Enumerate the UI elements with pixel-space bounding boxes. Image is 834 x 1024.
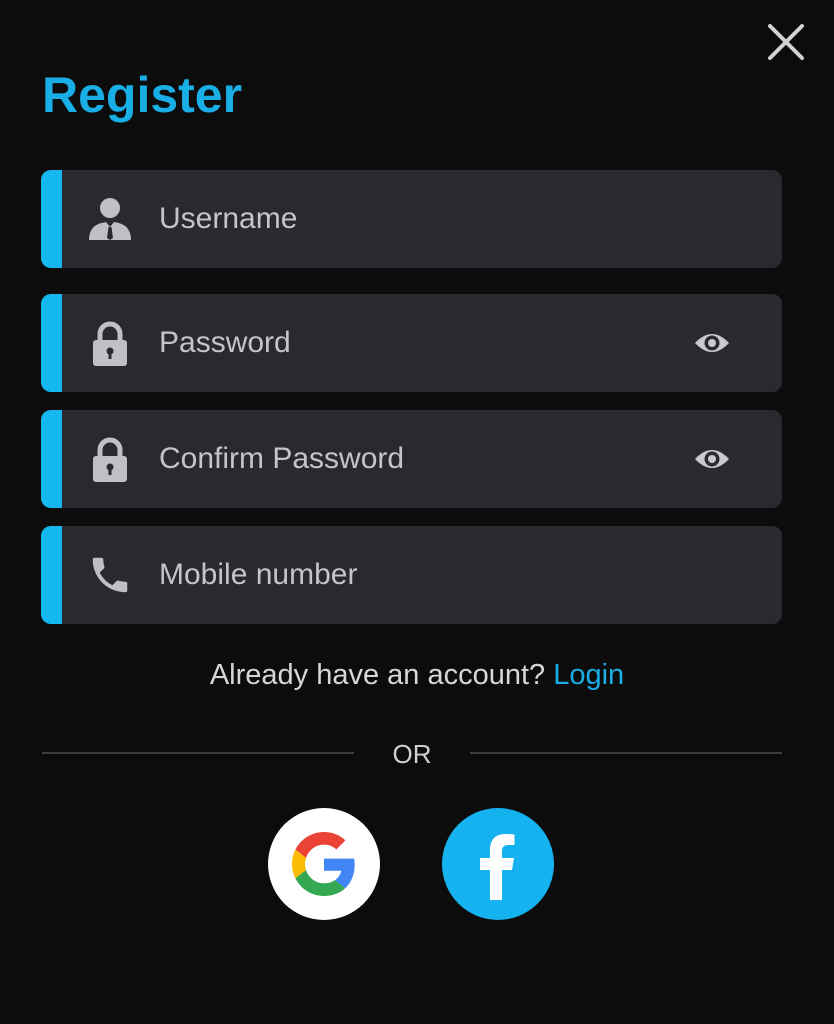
field-accent	[41, 170, 62, 268]
field-accent	[41, 410, 62, 508]
divider-right	[470, 752, 782, 754]
close-button[interactable]	[766, 22, 806, 62]
facebook-icon	[480, 834, 515, 900]
eye-icon[interactable]	[693, 327, 731, 359]
google-icon	[292, 832, 355, 896]
or-separator: OR	[392, 739, 432, 769]
phone-icon	[92, 557, 128, 593]
user-icon	[89, 198, 131, 240]
mobile-input[interactable]	[159, 526, 679, 624]
confirm-password-field[interactable]	[41, 410, 782, 508]
lock-icon	[93, 321, 127, 366]
page-title: Register	[42, 67, 243, 123]
username-input[interactable]	[159, 170, 679, 268]
lock-icon	[93, 437, 127, 482]
login-prompt-text: Already have an account?	[209, 659, 546, 691]
mobile-field[interactable]	[41, 526, 782, 624]
close-icon	[768, 24, 804, 60]
login-link[interactable]: Login	[553, 659, 624, 691]
password-field[interactable]	[41, 294, 782, 392]
google-login-button[interactable]	[268, 808, 380, 920]
field-accent	[41, 526, 62, 624]
username-field[interactable]	[41, 170, 782, 268]
facebook-login-button[interactable]	[442, 808, 554, 920]
eye-icon[interactable]	[693, 443, 731, 475]
field-accent	[41, 294, 62, 392]
confirm-password-input[interactable]	[159, 410, 679, 508]
login-prompt: Already have an account? Login	[0, 655, 834, 695]
password-input[interactable]	[159, 294, 679, 392]
divider-left	[42, 752, 354, 754]
